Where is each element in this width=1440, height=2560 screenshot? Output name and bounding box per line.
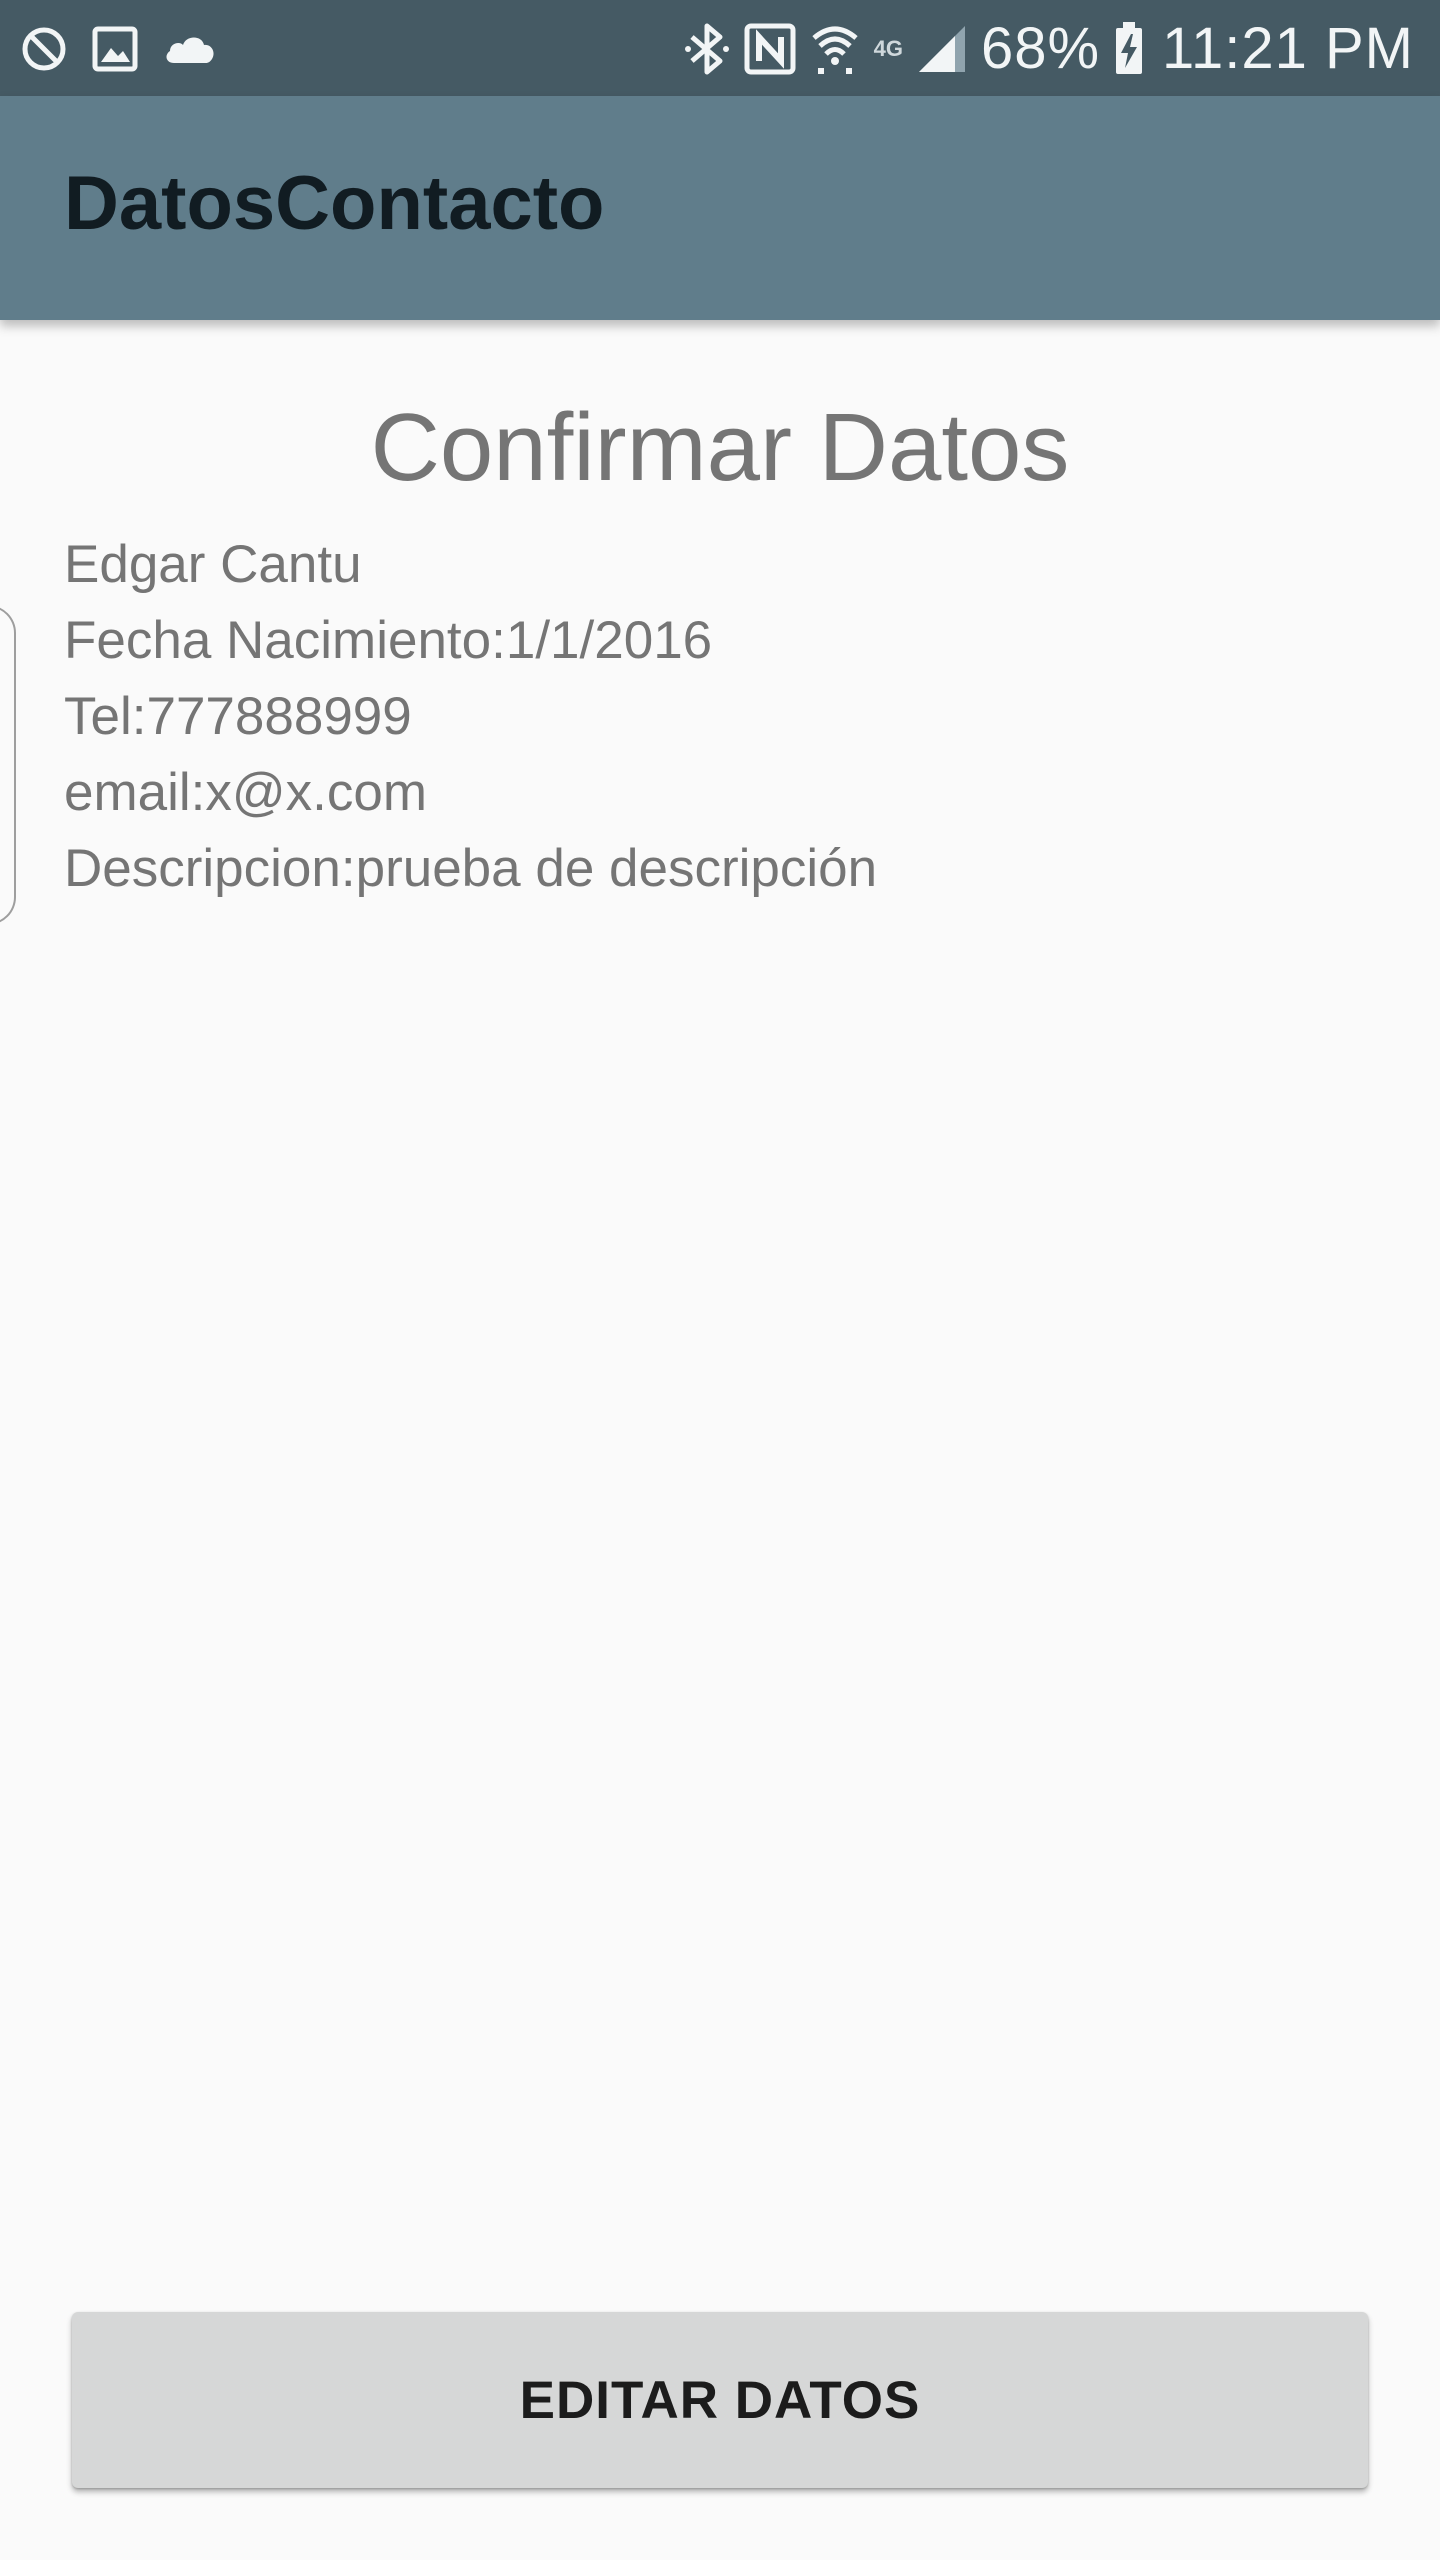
contact-description: Descripcion:prueba de descripción [64,839,878,898]
status-bar-left [20,24,218,74]
status-bar-right: 4G 68% 11:21 PM [684,14,1414,84]
network-type-label: 4G [873,36,903,61]
contact-name: Edgar Cantu [64,535,362,594]
wifi-icon [810,22,860,76]
clock-time: 11:21 PM [1162,16,1414,81]
app-bar: DatosContacto [0,96,1440,320]
nfc-icon [744,23,796,75]
contact-details: Edgar Cantu Fecha Nacimiento:1/1/2016 Te… [64,527,877,907]
edge-panel-handle[interactable] [0,605,16,925]
cloud-icon [162,29,218,69]
signal-icon [917,24,967,74]
app-title: DatosContacto [64,161,605,246]
do-not-disturb-icon [20,25,68,73]
battery-percent: 68% [980,16,1101,81]
status-bar: 4G 68% 11:21 PM [0,0,1440,96]
edit-data-button[interactable]: EDITAR DATOS [72,2312,1368,2488]
battery-charging-icon [1114,22,1144,76]
contact-birthdate: Fecha Nacimiento:1/1/2016 [64,611,713,670]
contact-phone: Tel:777888999 [64,687,412,746]
bluetooth-icon [684,22,730,76]
contact-email: email:x@x.com [64,763,428,822]
page-title: Confirmar Datos [370,394,1070,501]
gallery-icon [92,26,138,72]
